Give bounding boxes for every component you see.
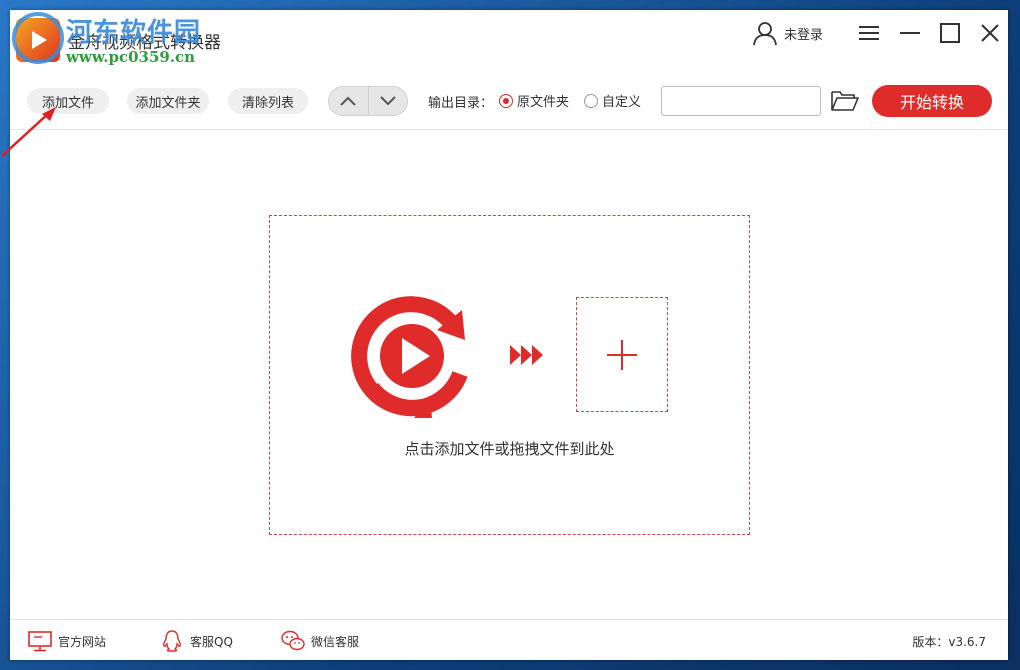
maximize-icon — [940, 23, 960, 43]
add-folder-button[interactable]: 添加文件夹 — [127, 88, 209, 114]
add-file-box[interactable] — [576, 297, 668, 412]
browse-folder-button[interactable] — [830, 88, 860, 114]
plus-icon — [607, 339, 637, 370]
close-icon — [981, 24, 999, 42]
qq-icon — [163, 630, 181, 652]
official-website-label: 官方网站 — [58, 634, 107, 649]
qq-support-link[interactable]: 客服QQ — [160, 630, 233, 652]
radio-original-label: 原文件夹 — [517, 95, 570, 110]
radio-custom-folder[interactable]: 自定义 — [584, 91, 641, 110]
drop-hint-text: 点击添加文件或拖拽文件到此处 — [404, 440, 615, 458]
menu-icon — [859, 26, 879, 40]
official-website-link[interactable]: 官方网站 — [28, 630, 106, 652]
qq-support-label: 客服QQ — [190, 634, 233, 649]
folder-open-icon — [831, 91, 859, 111]
close-button[interactable] — [975, 18, 1005, 48]
toolbar: 添加文件 添加文件夹 清除列表 输出目录： 原文件夹 自定义 开始转换 — [10, 72, 1008, 130]
login-button[interactable]: 未登录 — [752, 18, 823, 48]
start-convert-button[interactable]: 开始转换 — [872, 85, 992, 117]
maximize-button[interactable] — [935, 18, 965, 48]
clear-list-button[interactable]: 清除列表 — [228, 88, 308, 114]
output-dir-label: 输出目录： — [428, 96, 494, 111]
watermark-url: www.pc0359.cn — [66, 48, 196, 66]
chevron-down-icon — [380, 96, 396, 106]
move-up-button[interactable] — [329, 87, 368, 115]
wechat-support-label: 微信客服 — [311, 634, 360, 649]
triple-arrow-icon — [510, 345, 543, 365]
radio-custom-label: 自定义 — [602, 95, 642, 110]
output-path-input[interactable] — [661, 86, 821, 116]
user-label: 未登录 — [784, 27, 824, 43]
video-convert-icon — [351, 296, 468, 418]
file-drop-zone[interactable]: 点击添加文件或拖拽文件到此处 — [269, 215, 750, 535]
minimize-icon — [900, 32, 920, 34]
watermark-logo — [12, 12, 64, 64]
wechat-support-link[interactable]: 微信客服 — [281, 630, 359, 652]
annotation-arrow-icon — [1, 107, 56, 157]
wechat-icon — [281, 630, 305, 651]
watermark-title: 河东软件园 — [66, 18, 202, 48]
radio-original-folder[interactable]: 原文件夹 — [499, 91, 569, 110]
radio-dot — [584, 93, 598, 108]
minimize-button[interactable] — [895, 18, 925, 48]
menu-button[interactable] — [854, 18, 884, 48]
app-window: 金舟视频格式转换器 河东软件园 www.pc0359.cn 未登录 添加文件 添… — [10, 10, 1008, 660]
status-bar: 官方网站 客服QQ 微信客服 版本：v3.6.7 — [10, 619, 1008, 660]
radio-dot-selected — [499, 93, 513, 108]
title-bar: 金舟视频格式转换器 河东软件园 www.pc0359.cn 未登录 — [10, 10, 1008, 72]
move-down-button[interactable] — [367, 87, 408, 115]
version-label: 版本：v3.6.7 — [912, 635, 986, 649]
monitor-icon — [28, 631, 52, 652]
user-icon — [753, 22, 777, 46]
chevron-up-icon — [340, 96, 356, 106]
order-buttons — [328, 86, 408, 116]
